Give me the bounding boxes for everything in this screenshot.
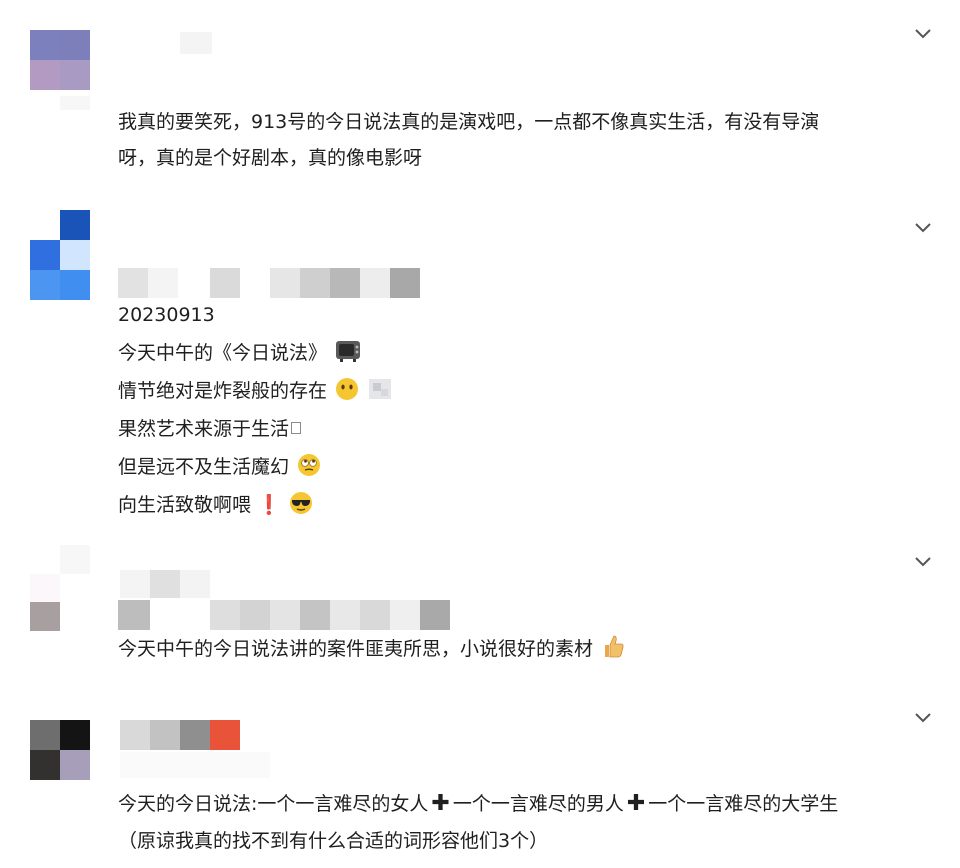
comment-text: 但是远不及生活魔幻 (118, 453, 321, 481)
meta-blurred (210, 600, 240, 630)
meta-blurred (330, 600, 360, 630)
comment-4: 今天的今日说法:一个一言难尽的女人 ✚ 一个一言难尽的男人 ✚ 一个一言难尽的大学生 （… (0, 690, 960, 868)
avatar[interactable] (30, 720, 90, 780)
chevron-down-icon[interactable] (912, 706, 934, 728)
meta-blurred (300, 268, 330, 298)
meta-blurred (118, 600, 150, 630)
neutral-face-icon (335, 377, 359, 401)
blurred-sticker (367, 377, 393, 401)
comment-text: 情节绝对是炸裂般的存在 (118, 377, 393, 405)
comment-1: 我真的要笑死，913号的今日说法真的是演戏吧，一点都不像真实生活，有没有导演 呀… (0, 0, 960, 200)
username-blurred (180, 32, 212, 54)
comment-3: 今天中午的今日说法讲的案件匪夷所思，小说很好的素材 (0, 540, 960, 690)
username-blurred (120, 720, 150, 750)
comment-text: 20230913 (118, 304, 215, 326)
comment-text: 今天中午的《今日说法》 (118, 339, 361, 367)
username-blurred (118, 268, 148, 298)
username-blurred (150, 720, 180, 750)
comment-text: 今天的今日说法:一个一言难尽的女人 ✚ 一个一言难尽的男人 ✚ 一个一言难尽的大学生 (118, 791, 839, 816)
comment-text: 今天中午的今日说法讲的案件匪夷所思，小说很好的素材 (118, 633, 625, 663)
chevron-down-icon[interactable] (912, 22, 934, 44)
red-exclamation-icon: ❗ (257, 494, 281, 516)
plus-icon: ✚ (626, 791, 646, 816)
meta-blurred (120, 752, 270, 778)
meta-blurred (390, 268, 420, 298)
comment-text: 我真的要笑死，913号的今日说法真的是演戏吧，一点都不像真实生活，有没有导演 (118, 111, 820, 133)
sunglasses-face-icon (289, 491, 313, 515)
avatar[interactable] (30, 545, 90, 631)
username-blurred (148, 268, 178, 298)
plus-icon: ✚ (431, 791, 450, 816)
avatar[interactable] (30, 210, 90, 300)
username-blurred (210, 268, 240, 298)
meta-blurred (360, 600, 390, 630)
meta-blurred (420, 600, 450, 630)
comment-text: 向生活致敬啊喂 ❗ (118, 491, 313, 519)
chevron-down-icon[interactable] (912, 216, 934, 238)
comment-2: 20230913 今天中午的《今日说法》 情节绝对是炸裂般的存在 果然艺术来源于… (0, 200, 960, 540)
rolling-eyes-face-icon (297, 453, 321, 477)
meta-blurred (330, 268, 360, 298)
username-blurred (180, 720, 210, 750)
meta-blurred (390, 600, 420, 630)
meta-blurred (240, 600, 270, 630)
thumbs-up-icon (601, 633, 625, 659)
meta-blurred (270, 268, 300, 298)
meta-blurred (360, 268, 390, 298)
comment-text: （原谅我真的找不到有什么合适的词形容他们3个） (118, 830, 549, 852)
comment-text: 呀，真的是个好剧本，真的像电影呀 (118, 147, 423, 169)
username-blurred (180, 570, 210, 598)
chevron-down-icon[interactable] (912, 550, 934, 572)
username-blurred (210, 720, 240, 750)
missing-glyph (291, 422, 302, 434)
meta-blurred (270, 600, 300, 630)
comment-text: 果然艺术来源于生活 (118, 415, 302, 443)
username-blurred (150, 570, 180, 598)
tv-icon (335, 339, 361, 363)
meta-blurred (60, 96, 90, 110)
meta-blurred (300, 600, 330, 630)
username-blurred (120, 570, 150, 598)
avatar[interactable] (30, 30, 90, 90)
